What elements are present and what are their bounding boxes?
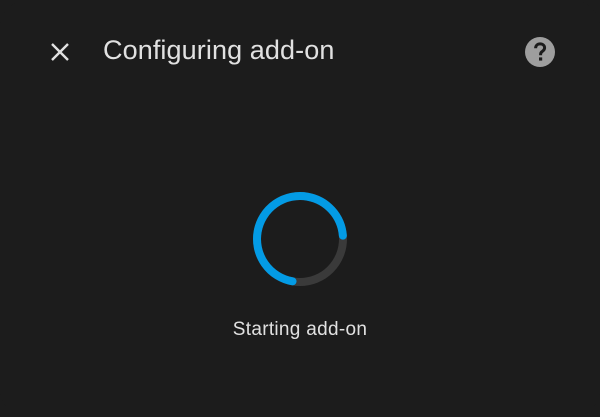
configuring-addon-dialog: Configuring add-on Starting add-on bbox=[0, 0, 600, 417]
status-text: Starting add-on bbox=[232, 319, 368, 340]
dialog-title: Configuring add-on bbox=[103, 35, 335, 65]
close-button[interactable] bbox=[38, 30, 82, 74]
help-button[interactable] bbox=[518, 30, 562, 74]
help-circle-icon bbox=[525, 37, 555, 67]
progress-spinner bbox=[253, 192, 347, 286]
close-icon bbox=[51, 43, 69, 61]
spinner-arc bbox=[253, 192, 347, 286]
